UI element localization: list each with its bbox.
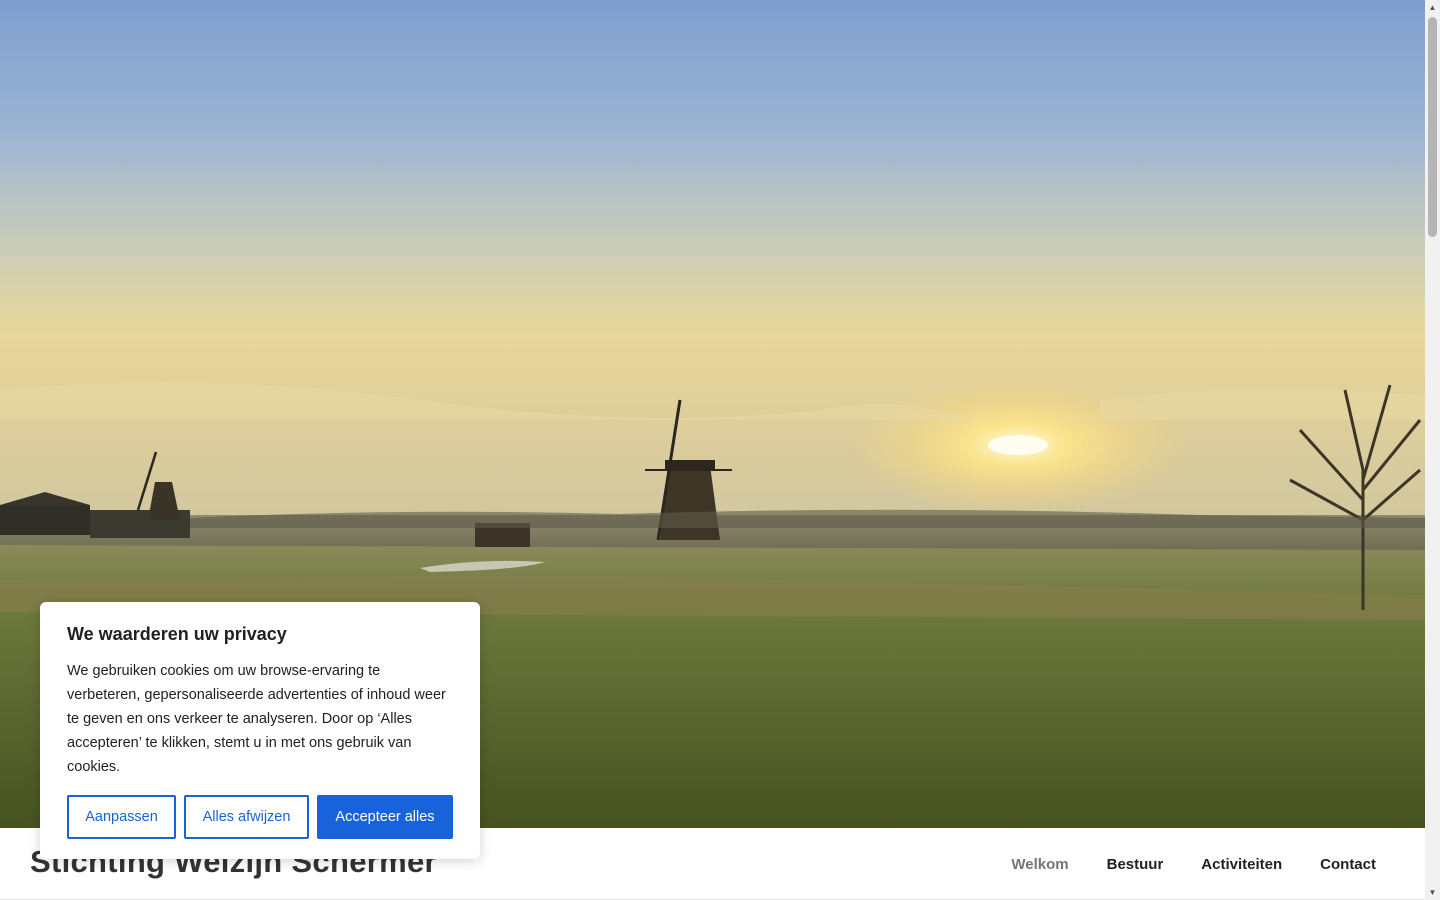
- cookie-consent-banner: We waarderen uw privacy We gebruiken coo…: [40, 602, 480, 859]
- scroll-down-icon[interactable]: ▼: [1425, 885, 1440, 900]
- menu-item-activiteiten[interactable]: Activiteiten: [1182, 856, 1301, 873]
- menu-item-welkom[interactable]: Welkom: [992, 856, 1087, 873]
- menu-item-contact[interactable]: Contact: [1301, 856, 1395, 873]
- menu-item-bestuur[interactable]: Bestuur: [1088, 856, 1183, 873]
- customize-button[interactable]: Aanpassen: [67, 795, 176, 839]
- cookie-text: We gebruiken cookies om uw browse-ervari…: [67, 663, 446, 775]
- scroll-up-icon[interactable]: ▲: [1425, 0, 1440, 15]
- scrollbar-thumb[interactable]: [1428, 17, 1437, 237]
- cookie-buttons: Aanpassen Alles afwijzen Accepteer alles: [67, 795, 453, 839]
- reject-all-button[interactable]: Alles afwijzen: [184, 795, 309, 839]
- page: Stichting Welzijn Schermer Welkom Bestuu…: [0, 0, 1440, 900]
- main-menu: Welkom Bestuur Activiteiten Contact: [992, 828, 1395, 900]
- accept-all-button[interactable]: Accepteer alles: [317, 795, 453, 839]
- cookie-title: We waarderen uw privacy: [67, 624, 287, 644]
- vertical-scrollbar[interactable]: ▲ ▼: [1425, 0, 1440, 900]
